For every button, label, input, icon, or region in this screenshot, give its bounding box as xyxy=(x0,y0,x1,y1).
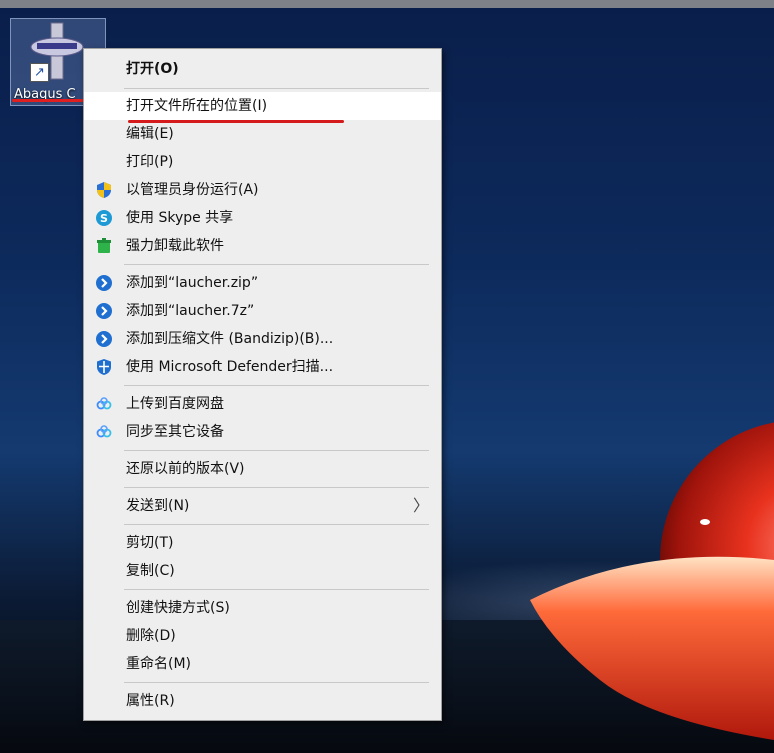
bandizip-icon xyxy=(96,303,112,319)
context-menu: 打开(O) 打开文件所在的位置(I) 编辑(E) 打印(P) 以管理员身份运行(… xyxy=(83,48,442,721)
menu-item-sync-devices[interactable]: 同步至其它设备 xyxy=(84,418,441,446)
chevron-right-icon: 〉 xyxy=(412,496,429,515)
menu-separator xyxy=(124,487,429,488)
menu-item-cut[interactable]: 剪切(T) xyxy=(84,529,441,557)
menu-separator xyxy=(124,385,429,386)
menu-separator xyxy=(124,450,429,451)
menu-separator xyxy=(124,88,429,89)
menu-item-open-file-location[interactable]: 打开文件所在的位置(I) xyxy=(84,92,441,120)
menu-item-label: 属性(R) xyxy=(126,693,175,709)
menu-item-delete[interactable]: 删除(D) xyxy=(84,622,441,650)
menu-item-restore-versions[interactable]: 还原以前的版本(V) xyxy=(84,455,441,483)
menu-item-copy[interactable]: 复制(C) xyxy=(84,557,441,585)
menu-separator xyxy=(124,589,429,590)
defender-icon xyxy=(97,359,111,375)
menu-separator xyxy=(124,524,429,525)
menu-item-upload-baidu[interactable]: 上传到百度网盘 xyxy=(84,390,441,418)
bandizip-icon xyxy=(96,331,112,347)
menu-item-add-to-zip[interactable]: 添加到“laucher.zip” xyxy=(84,269,441,297)
menu-item-label: 创建快捷方式(S) xyxy=(126,600,230,616)
menu-separator xyxy=(124,264,429,265)
baidu-netdisk-icon xyxy=(96,397,112,410)
menu-item-label: 使用 Skype 共享 xyxy=(126,210,234,226)
menu-item-label: 复制(C) xyxy=(126,563,175,579)
menu-item-label: 重命名(M) xyxy=(126,656,192,672)
menu-item-force-uninstall[interactable]: 强力卸载此软件 xyxy=(84,232,441,260)
menu-item-rename[interactable]: 重命名(M) xyxy=(84,650,441,678)
skype-icon: S xyxy=(96,210,112,226)
menu-item-label: 使用 Microsoft Defender扫描... xyxy=(126,359,334,375)
menu-item-label: 添加到压缩文件 (Bandizip)(B)... xyxy=(126,331,334,347)
menu-item-label: 添加到“laucher.7z” xyxy=(126,303,255,319)
menu-item-run-as-admin[interactable]: 以管理员身份运行(A) xyxy=(84,176,441,204)
menu-item-add-to-7z[interactable]: 添加到“laucher.7z” xyxy=(84,297,441,325)
menu-item-create-shortcut[interactable]: 创建快捷方式(S) xyxy=(84,594,441,622)
uac-shield-icon xyxy=(97,182,111,198)
menu-item-label: 删除(D) xyxy=(126,628,176,644)
menu-item-send-to[interactable]: 发送到(N) 〉 xyxy=(84,492,441,520)
bandizip-icon xyxy=(96,275,112,291)
menu-item-label: 打开(O) xyxy=(126,61,179,77)
svg-text:S: S xyxy=(100,212,108,225)
menu-item-label: 发送到(N) xyxy=(126,498,190,514)
menu-item-label: 还原以前的版本(V) xyxy=(126,461,245,477)
menu-item-label: 打开文件所在的位置(I) xyxy=(126,98,268,114)
menu-item-label: 同步至其它设备 xyxy=(126,424,224,440)
menu-item-open[interactable]: 打开(O) xyxy=(84,55,441,83)
menu-item-label: 以管理员身份运行(A) xyxy=(126,182,259,198)
shortcut-arrow-icon: ↗ xyxy=(30,63,49,82)
menu-item-label: 编辑(E) xyxy=(126,126,174,142)
menu-item-skype-share[interactable]: S 使用 Skype 共享 xyxy=(84,204,441,232)
menu-item-defender-scan[interactable]: 使用 Microsoft Defender扫描... xyxy=(84,353,441,381)
annotation-underline-icon xyxy=(12,99,84,102)
menu-item-add-to-archive[interactable]: 添加到压缩文件 (Bandizip)(B)... xyxy=(84,325,441,353)
menu-item-label: 打印(P) xyxy=(126,154,174,170)
menu-item-label: 剪切(T) xyxy=(126,535,174,551)
baidu-netdisk-icon xyxy=(96,425,112,438)
menu-item-edit[interactable]: 编辑(E) xyxy=(84,120,441,148)
menu-item-label: 上传到百度网盘 xyxy=(126,396,224,412)
uninstall-icon xyxy=(97,238,111,253)
menu-item-properties[interactable]: 属性(R) xyxy=(84,687,441,715)
menu-separator xyxy=(124,682,429,683)
menu-item-label: 添加到“laucher.zip” xyxy=(126,275,259,291)
menu-item-label: 强力卸载此软件 xyxy=(126,238,224,254)
menu-item-print[interactable]: 打印(P) xyxy=(84,148,441,176)
